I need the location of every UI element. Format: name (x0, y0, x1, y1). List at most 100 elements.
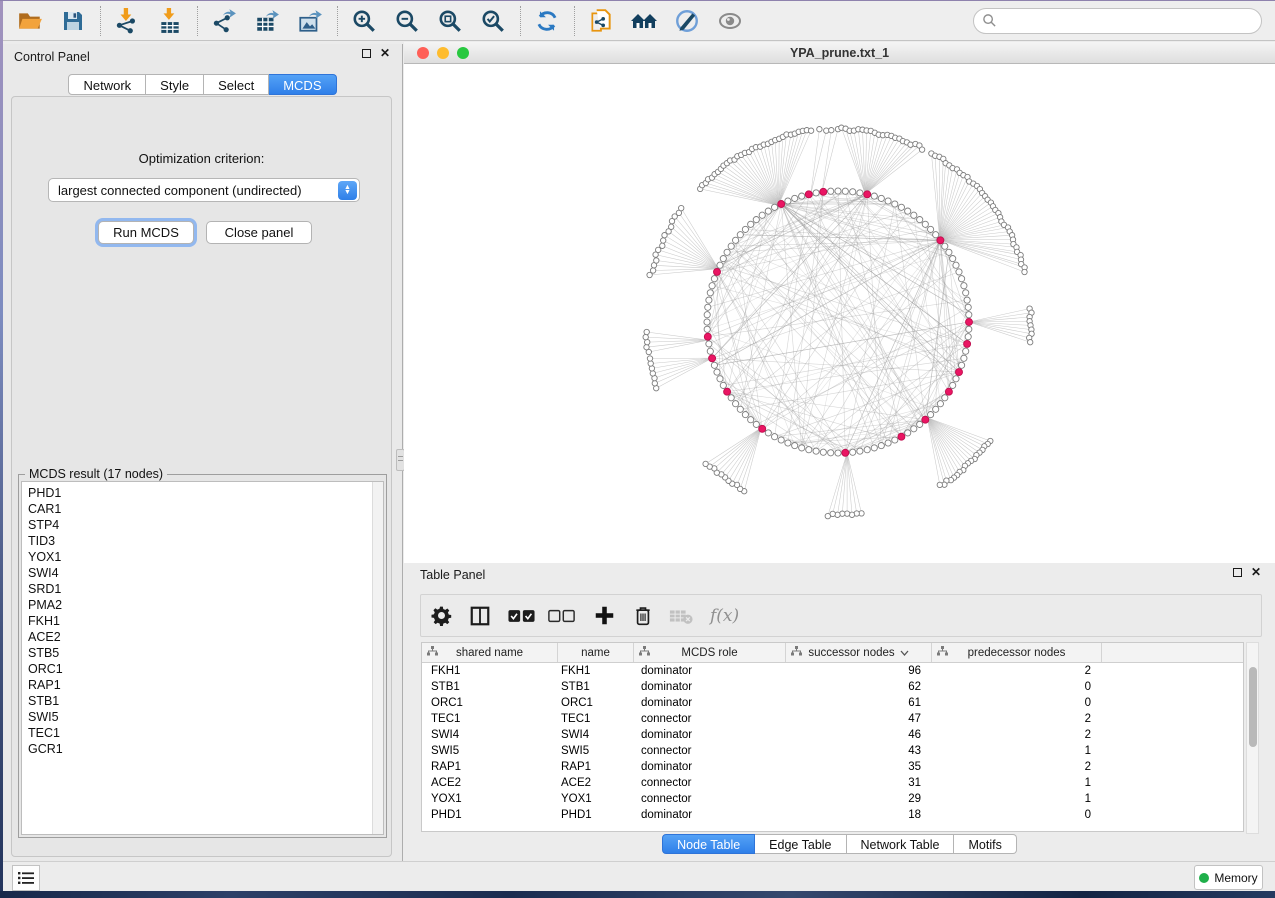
network-node[interactable] (704, 326, 710, 332)
network-node[interactable] (706, 297, 712, 303)
network-node[interactable] (748, 417, 754, 423)
network-node[interactable] (864, 447, 870, 453)
network-node[interactable] (871, 445, 877, 451)
table-row[interactable]: FKH1FKH1dominator962 (422, 663, 1243, 679)
tab-style[interactable]: Style (146, 74, 204, 95)
network-leaf-node[interactable] (703, 461, 708, 466)
mcds-result-item[interactable]: PMA2 (28, 597, 383, 613)
network-leaf-node[interactable] (648, 361, 653, 366)
network-node[interactable] (937, 401, 943, 407)
mcds-result-item[interactable]: ORC1 (28, 661, 383, 677)
search-input[interactable] (997, 14, 1253, 28)
share-document-icon[interactable] (587, 7, 615, 35)
network-node[interactable] (965, 334, 971, 340)
network-node[interactable] (946, 249, 952, 255)
settings-gear-icon[interactable] (431, 603, 452, 629)
tab-network-table[interactable]: Network Table (847, 834, 955, 854)
network-node[interactable] (905, 208, 911, 214)
mcds-node[interactable] (759, 425, 766, 432)
network-node[interactable] (963, 290, 969, 296)
zoom-out-icon[interactable] (393, 7, 421, 35)
network-node[interactable] (785, 198, 791, 204)
network-node[interactable] (898, 204, 904, 210)
network-node[interactable] (892, 437, 898, 443)
network-node[interactable] (878, 443, 884, 449)
export-table-icon[interactable] (253, 7, 281, 35)
mcds-node[interactable] (864, 191, 871, 198)
network-node[interactable] (911, 212, 917, 218)
table-row[interactable]: PHD1PHD1dominator180 (422, 807, 1243, 823)
column-header-predecessor-nodes[interactable]: predecessor nodes (932, 643, 1102, 662)
tab-mcds[interactable]: MCDS (269, 74, 336, 95)
network-node[interactable] (737, 232, 743, 238)
tab-select[interactable]: Select (204, 74, 269, 95)
network-leaf-node[interactable] (937, 482, 942, 487)
network-node[interactable] (772, 204, 778, 210)
network-node[interactable] (711, 362, 717, 368)
network-node[interactable] (959, 362, 965, 368)
table-row[interactable]: SWI4SWI4dominator462 (422, 727, 1243, 743)
network-node[interactable] (885, 198, 891, 204)
network-node[interactable] (707, 290, 713, 296)
network-node[interactable] (966, 312, 972, 318)
mcds-node[interactable] (964, 340, 971, 347)
network-leaf-node[interactable] (644, 345, 649, 350)
memory-button[interactable]: Memory (1194, 865, 1263, 890)
network-node[interactable] (885, 440, 891, 446)
mcds-node[interactable] (778, 201, 785, 208)
mcds-result-item[interactable]: TEC1 (28, 725, 383, 741)
show-graphics-details-icon[interactable] (716, 7, 744, 35)
network-node[interactable] (953, 262, 959, 268)
network-graph[interactable] (404, 64, 1273, 563)
table-row[interactable]: TEC1TEC1connector472 (422, 711, 1243, 727)
import-table-icon[interactable] (156, 7, 184, 35)
mcds-node[interactable] (956, 369, 963, 376)
network-node[interactable] (742, 412, 748, 418)
mcds-result-item[interactable]: CAR1 (28, 501, 383, 517)
network-node[interactable] (742, 226, 748, 232)
network-node[interactable] (733, 401, 739, 407)
table-row[interactable]: STB1STB1dominator620 (422, 679, 1243, 695)
network-node[interactable] (714, 369, 720, 375)
network-node[interactable] (953, 376, 959, 382)
add-column-icon[interactable] (594, 603, 615, 629)
mcds-result-item[interactable]: STB5 (28, 645, 383, 661)
save-session-icon[interactable] (59, 7, 87, 35)
network-node[interactable] (709, 283, 715, 289)
list-scrollbar[interactable] (372, 482, 383, 834)
network-node[interactable] (820, 449, 826, 455)
mcds-result-item[interactable]: YOX1 (28, 549, 383, 565)
network-node[interactable] (835, 188, 841, 194)
network-node[interactable] (765, 430, 771, 436)
network-node[interactable] (799, 193, 805, 199)
tab-node-table[interactable]: Node Table (662, 834, 755, 854)
network-node[interactable] (717, 262, 723, 268)
network-node[interactable] (753, 217, 759, 223)
function-builder-icon[interactable]: f(x) (710, 603, 739, 629)
network-node[interactable] (850, 189, 856, 195)
network-node[interactable] (733, 237, 739, 243)
mcds-result-item[interactable]: SWI4 (28, 565, 383, 581)
network-node[interactable] (928, 412, 934, 418)
network-node[interactable] (707, 348, 713, 354)
mcds-node[interactable] (820, 188, 827, 195)
mcds-result-item[interactable]: GCR1 (28, 741, 383, 757)
network-node[interactable] (892, 201, 898, 207)
zoom-fit-icon[interactable] (436, 7, 464, 35)
open-file-icon[interactable] (16, 7, 44, 35)
import-network-icon[interactable] (113, 7, 141, 35)
network-node[interactable] (828, 188, 834, 194)
mcds-result-item[interactable]: TID3 (28, 533, 383, 549)
network-node[interactable] (928, 226, 934, 232)
vizmapper-icon[interactable] (673, 7, 701, 35)
network-node[interactable] (711, 276, 717, 282)
tab-edge-table[interactable]: Edge Table (755, 834, 846, 854)
table-scrollbar[interactable] (1246, 642, 1259, 834)
network-node[interactable] (806, 447, 812, 453)
table-row[interactable]: SWI5SWI5connector431 (422, 743, 1243, 759)
network-node[interactable] (705, 304, 711, 310)
network-leaf-node[interactable] (919, 147, 924, 152)
mcds-result-item[interactable]: RAP1 (28, 677, 383, 693)
optimization-criterion-dropdown[interactable]: largest connected component (undirected)… (48, 178, 360, 202)
network-node[interactable] (857, 190, 863, 196)
